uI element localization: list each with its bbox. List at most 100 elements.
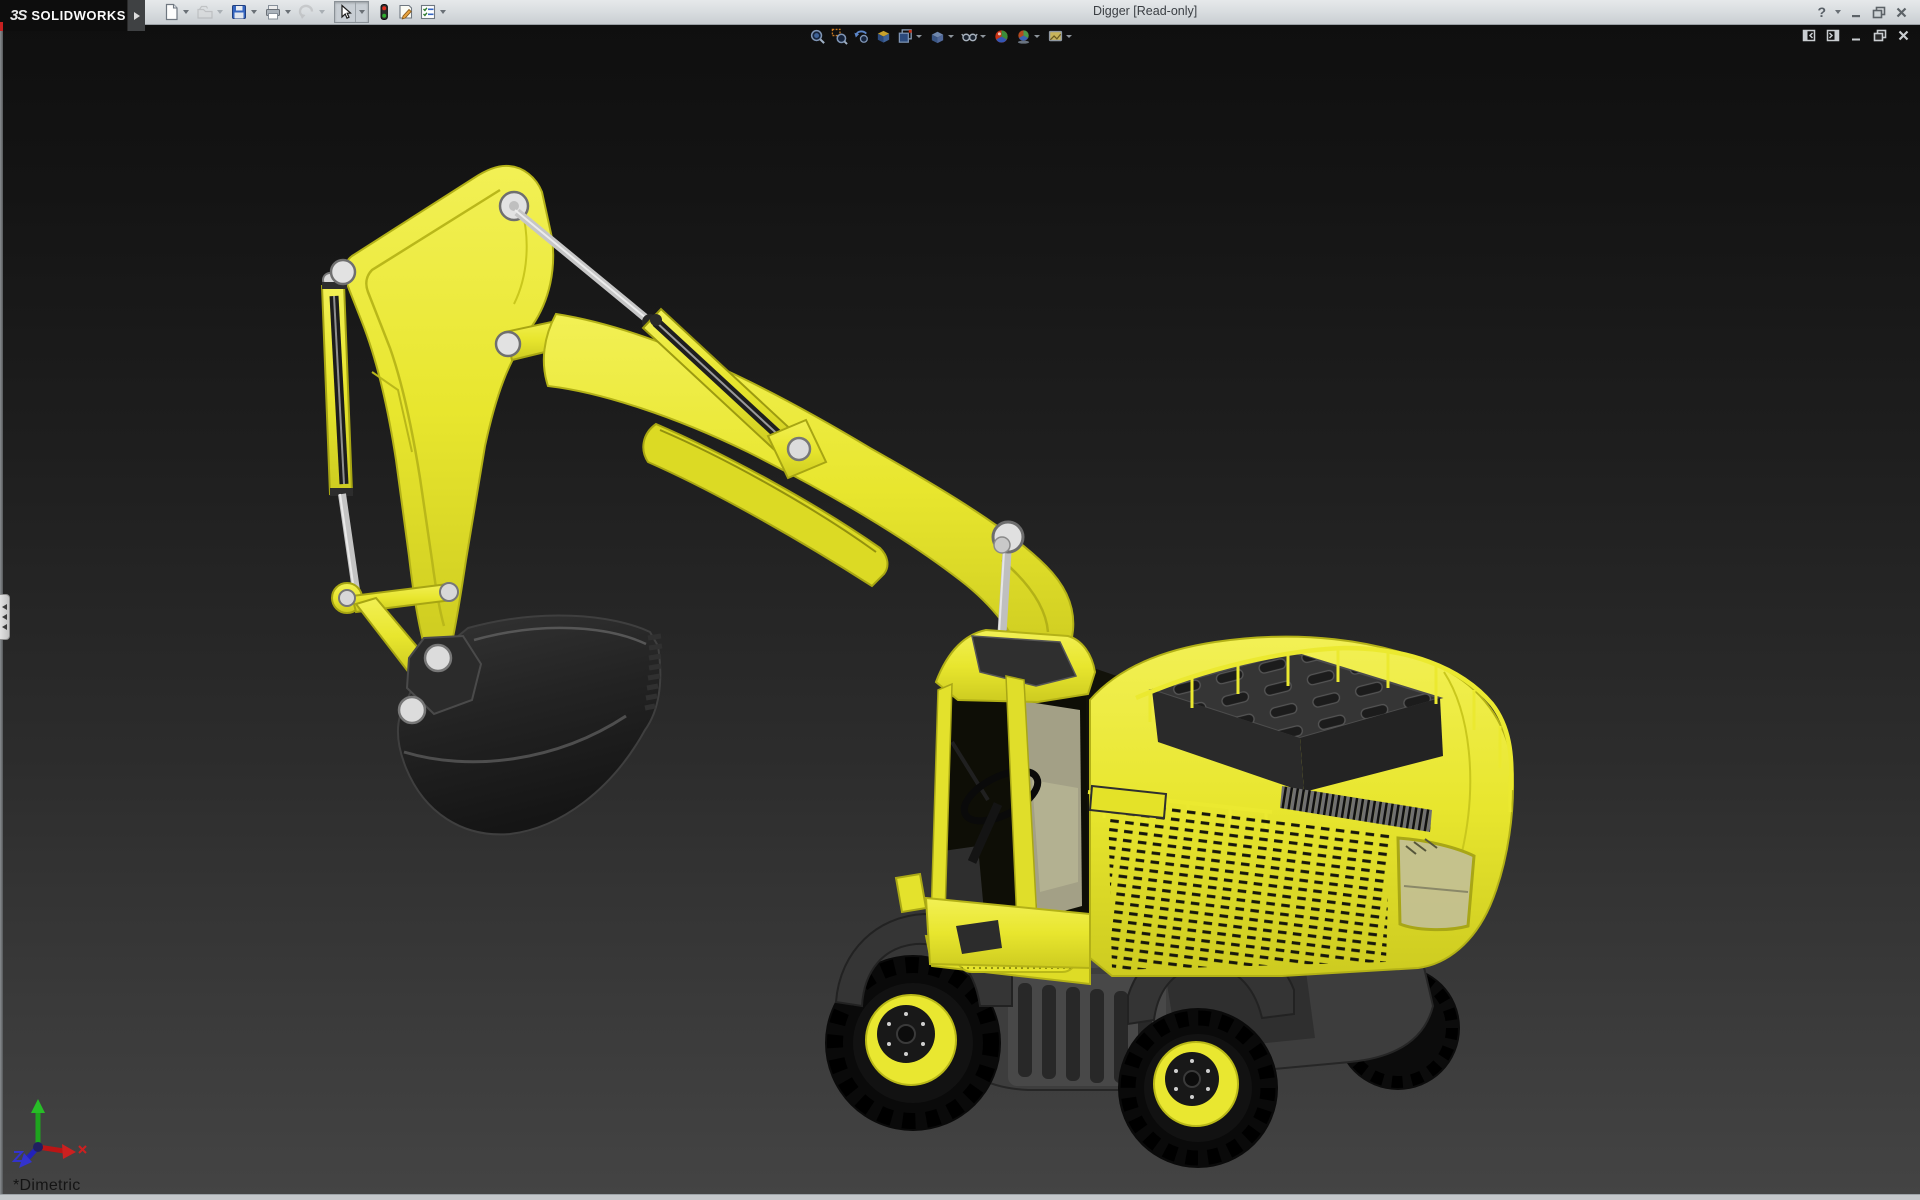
brand-mark: 3S	[10, 7, 27, 24]
toggle-right-pane-button[interactable]	[1826, 29, 1840, 47]
restore-button[interactable]	[1872, 6, 1886, 19]
triad-x-arrow	[62, 1144, 76, 1159]
boom-clevis-pin[interactable]	[494, 330, 522, 358]
options-icon	[420, 4, 436, 20]
close-document-icon	[1898, 30, 1909, 41]
display-style-button[interactable]	[927, 27, 947, 45]
hide-show-items-dropdown[interactable]	[980, 34, 986, 38]
toggle-right-pane-icon	[1826, 29, 1840, 42]
restore-document-button[interactable]	[1873, 29, 1887, 47]
toggle-left-pane-button[interactable]	[1802, 29, 1816, 47]
plate-left-pin[interactable]	[329, 258, 357, 286]
close-button[interactable]	[1895, 6, 1908, 19]
minimize-icon	[1852, 14, 1860, 17]
solidworks-window: Digger [Read-only] ? 3S SOLIDWORKS *Dime…	[0, 0, 1920, 1200]
zoom-to-area-button[interactable]	[829, 27, 849, 45]
wheel-rear-left[interactable]	[1118, 1008, 1278, 1168]
rear-window[interactable]	[1396, 836, 1476, 932]
minimize-button[interactable]	[1850, 6, 1863, 19]
view-settings-dropdown[interactable]	[1066, 34, 1072, 38]
open-document-dropdown[interactable]	[217, 10, 223, 14]
new-document-icon	[165, 3, 178, 21]
view-settings-icon	[1048, 30, 1062, 41]
restore-icon	[1872, 6, 1886, 18]
undo-button[interactable]	[297, 2, 317, 22]
triad-y-arrow	[31, 1099, 45, 1113]
boom-arm[interactable]	[503, 312, 1075, 668]
collapse-arrow-icon	[2, 624, 7, 630]
mirror	[894, 872, 928, 914]
collapsed-panel-tab[interactable]	[0, 594, 10, 640]
seat-cushion	[1032, 780, 1078, 892]
help-dropdown[interactable]	[1835, 10, 1841, 14]
minimize-document-icon	[1852, 38, 1860, 41]
rebuild-button[interactable]	[396, 2, 416, 22]
select-tool-group	[334, 1, 369, 23]
close-document-button[interactable]	[1897, 29, 1910, 47]
triad-z-label	[11, 1151, 25, 1162]
upper-body[interactable]	[1087, 635, 1515, 977]
help-button[interactable]: ?	[1817, 5, 1826, 19]
excavator-model[interactable]	[320, 164, 1515, 1168]
new-document-button[interactable]	[161, 2, 181, 22]
bucket-cylinder[interactable]	[320, 272, 362, 605]
print-dropdown[interactable]	[285, 10, 291, 14]
menu-flyout-tab[interactable]	[127, 0, 145, 31]
view-orientation-dropdown[interactable]	[916, 34, 922, 38]
section-view-icon	[877, 30, 889, 43]
save-icon	[232, 5, 246, 19]
minimize-document-button[interactable]	[1850, 29, 1863, 47]
apply-scene-dropdown[interactable]	[1034, 34, 1040, 38]
triad-x-label	[78, 1145, 87, 1154]
print-button[interactable]	[263, 2, 283, 22]
rebuild-icon	[399, 4, 413, 20]
apply-scene-icon	[1017, 29, 1029, 44]
options-button[interactable]	[418, 2, 438, 22]
window-title: Digger [Read-only]	[1093, 4, 1198, 18]
orientation-triad	[11, 1099, 87, 1168]
boom-end-pin-hub	[993, 536, 1011, 554]
previous-view-icon	[853, 30, 868, 43]
print-icon	[266, 5, 280, 20]
zoom-to-fit-icon	[810, 29, 825, 44]
select-tool-dropdown[interactable]	[355, 2, 368, 22]
undo-dropdown[interactable]	[319, 10, 325, 14]
cab-vent	[956, 920, 1002, 954]
zoom-to-fit-button[interactable]	[807, 27, 827, 45]
apex-pin-hub	[509, 201, 519, 211]
apply-scene-button[interactable]	[1013, 27, 1033, 45]
edit-appearance-button[interactable]	[991, 27, 1011, 45]
solidworks-logo: 3S SOLIDWORKS	[0, 0, 127, 31]
graphics-area[interactable]: *Dimetric	[0, 24, 1920, 1200]
display-style-dropdown[interactable]	[948, 34, 954, 38]
open-document-button[interactable]	[195, 2, 215, 22]
view-orientation-label: *Dimetric	[13, 1177, 81, 1194]
traffic-light-icon	[380, 4, 388, 20]
heads-up-view-toolbar	[806, 26, 1076, 46]
collapse-arrow-icon	[2, 604, 7, 610]
brand-text: SOLIDWORKS	[31, 8, 126, 23]
options-dropdown[interactable]	[440, 10, 446, 14]
triad-origin	[33, 1142, 43, 1152]
toggle-left-pane-icon	[1802, 29, 1816, 42]
flyout-arrow-icon	[133, 11, 140, 20]
save-button[interactable]	[229, 2, 249, 22]
section-view-button[interactable]	[873, 27, 893, 45]
hide-show-items-button[interactable]	[959, 27, 979, 45]
display-style-icon	[931, 31, 943, 43]
previous-view-button[interactable]	[851, 27, 871, 45]
hide-show-items-icon	[960, 33, 978, 41]
window-controls: ?	[1817, 0, 1908, 24]
view-orientation-icon	[898, 28, 912, 43]
save-dropdown[interactable]	[251, 10, 257, 14]
view-settings-button[interactable]	[1045, 27, 1065, 45]
logo-accent	[0, 22, 3, 31]
traffic-light-button[interactable]	[374, 2, 394, 22]
document-window-controls	[1802, 29, 1910, 47]
select-cursor-icon	[341, 4, 352, 20]
open-document-icon	[197, 5, 213, 19]
new-document-dropdown[interactable]	[183, 10, 189, 14]
view-orientation-button[interactable]	[895, 27, 915, 45]
undo-icon	[298, 4, 314, 19]
select-tool-button[interactable]	[335, 2, 355, 22]
